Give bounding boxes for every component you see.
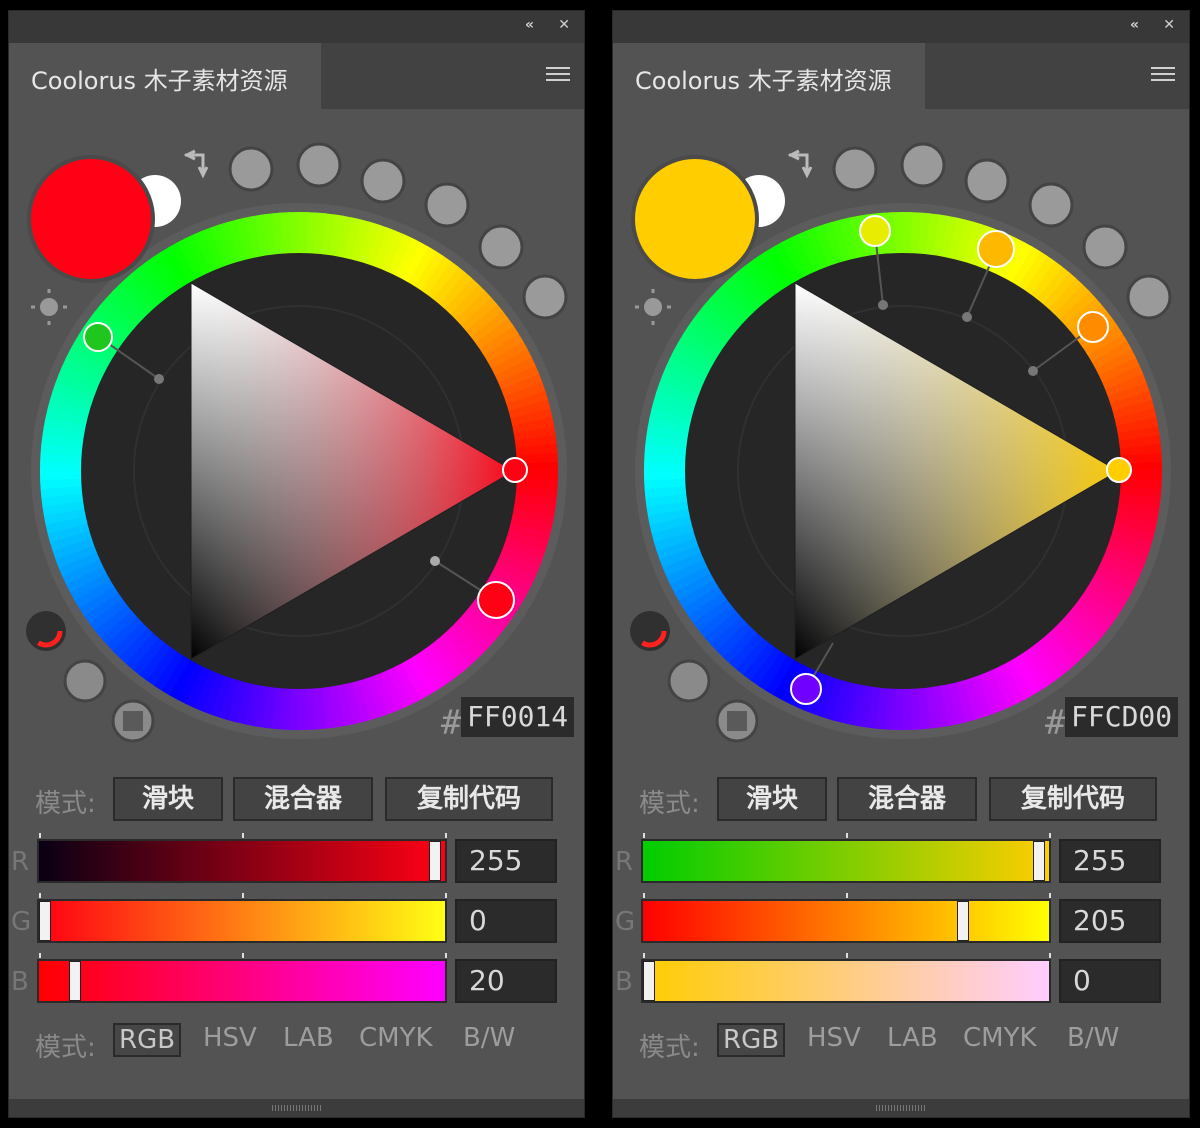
coolorus-panel-red: « ✕ Coolorus 木子素材资源 # FF0014 模式: 滑块 混合器 … bbox=[8, 10, 585, 1118]
harmony-marker[interactable] bbox=[859, 215, 891, 247]
harmony-marker[interactable] bbox=[977, 230, 1015, 268]
selected-color-marker[interactable] bbox=[1106, 457, 1132, 483]
double-chevron-left-icon[interactable]: « bbox=[1130, 17, 1139, 33]
color-mode-bw[interactable]: B/W bbox=[463, 1023, 515, 1053]
value-b[interactable]: 0 bbox=[1059, 959, 1161, 1003]
close-icon[interactable]: ✕ bbox=[558, 17, 570, 33]
value-b[interactable]: 20 bbox=[455, 959, 557, 1003]
brightness-icon[interactable] bbox=[31, 289, 67, 325]
slider-handle[interactable] bbox=[429, 841, 441, 881]
color-mode-cmyk[interactable]: CMYK bbox=[359, 1023, 433, 1053]
hamburger-menu-icon[interactable] bbox=[546, 67, 570, 85]
wheel-mode-icon[interactable] bbox=[630, 611, 670, 651]
slider-handle[interactable] bbox=[956, 901, 969, 941]
close-icon[interactable]: ✕ bbox=[1163, 17, 1175, 33]
resize-grip[interactable] bbox=[271, 1105, 322, 1111]
double-chevron-left-icon[interactable]: « bbox=[525, 17, 534, 33]
panel-title: Coolorus 木子素材资源 bbox=[31, 67, 288, 95]
slider-handle[interactable] bbox=[643, 961, 655, 1001]
slider-r[interactable] bbox=[37, 833, 447, 883]
coolorus-panel-yellow: « ✕ Coolorus 木子素材资源 # FFCD00 模式: 滑块 混合器 … bbox=[612, 10, 1190, 1118]
swap-colors-icon[interactable] bbox=[183, 149, 209, 179]
resize-grip[interactable] bbox=[876, 1105, 926, 1111]
triangle-mode-icon[interactable] bbox=[63, 659, 107, 703]
channel-label-r: R bbox=[615, 847, 634, 877]
primary-color-swatch[interactable] bbox=[631, 155, 759, 283]
color-mode-lab[interactable]: LAB bbox=[283, 1023, 334, 1053]
harmony-marker[interactable] bbox=[1077, 311, 1109, 343]
mixer-mode-button[interactable]: 混合器 bbox=[837, 777, 977, 821]
value-g[interactable]: 205 bbox=[1059, 899, 1161, 943]
color-mode-lab[interactable]: LAB bbox=[887, 1023, 938, 1053]
panel-titlebar: « ✕ bbox=[9, 11, 584, 43]
wheel-mode-icon[interactable] bbox=[26, 611, 66, 651]
slider-r[interactable] bbox=[641, 833, 1051, 883]
hex-code-field[interactable]: FFCD00 bbox=[1065, 697, 1179, 737]
color-mode-hsv[interactable]: HSV bbox=[203, 1023, 257, 1053]
channel-label-b: B bbox=[11, 967, 29, 997]
tab-strip: Coolorus 木子素材资源 bbox=[613, 43, 1189, 109]
triangle-mode-icon[interactable] bbox=[667, 659, 711, 703]
channel-label-r: R bbox=[11, 847, 30, 877]
panel-bottom-bar bbox=[613, 1099, 1189, 1117]
channel-label-g: G bbox=[615, 907, 636, 937]
color-mode-hsv[interactable]: HSV bbox=[807, 1023, 861, 1053]
tab-coolorus[interactable]: Coolorus 木子素材资源 bbox=[9, 43, 321, 109]
slider-mode-button[interactable]: 滑块 bbox=[717, 777, 827, 821]
color-mode-bw[interactable]: B/W bbox=[1067, 1023, 1119, 1053]
slider-b[interactable] bbox=[641, 953, 1051, 1003]
panel-titlebar: « ✕ bbox=[613, 11, 1189, 43]
channel-label-g: G bbox=[11, 907, 32, 937]
hex-code-field[interactable]: FF0014 bbox=[461, 697, 575, 737]
tab-strip: Coolorus 木子素材资源 bbox=[9, 43, 584, 109]
value-r[interactable]: 255 bbox=[1059, 839, 1161, 883]
mixer-mode-button[interactable]: 混合器 bbox=[233, 777, 373, 821]
harmony-marker[interactable] bbox=[790, 673, 822, 705]
value-g[interactable]: 0 bbox=[455, 899, 557, 943]
swap-colors-icon[interactable] bbox=[787, 149, 813, 179]
panel-title: Coolorus 木子素材资源 bbox=[635, 67, 892, 95]
slider-b[interactable] bbox=[37, 953, 447, 1003]
tab-coolorus[interactable]: Coolorus 木子素材资源 bbox=[613, 43, 925, 109]
hex-hash: # bbox=[441, 703, 462, 743]
copy-code-button[interactable]: 复制代码 bbox=[989, 777, 1157, 821]
color-wheel-area[interactable] bbox=[613, 109, 1191, 749]
slider-handle[interactable] bbox=[39, 901, 51, 941]
mode-label: 模式: bbox=[639, 789, 700, 819]
color-mode-rgb[interactable]: RGB bbox=[717, 1023, 786, 1057]
value-r[interactable]: 255 bbox=[455, 839, 557, 883]
hex-hash: # bbox=[1045, 703, 1066, 743]
slider-mode-button[interactable]: 滑块 bbox=[113, 777, 223, 821]
color-mode-label: 模式: bbox=[35, 1033, 96, 1063]
copy-code-button[interactable]: 复制代码 bbox=[385, 777, 553, 821]
primary-color-swatch[interactable] bbox=[27, 155, 155, 283]
mode-label: 模式: bbox=[35, 789, 96, 819]
channel-label-b: B bbox=[615, 967, 633, 997]
color-mode-rgb[interactable]: RGB bbox=[113, 1023, 182, 1057]
color-mode-label: 模式: bbox=[639, 1033, 700, 1063]
slider-handle[interactable] bbox=[69, 961, 82, 1001]
hamburger-menu-icon[interactable] bbox=[1151, 67, 1175, 85]
selected-color-marker[interactable] bbox=[502, 457, 528, 483]
harmony-marker[interactable] bbox=[477, 581, 515, 619]
color-wheel-area[interactable] bbox=[9, 109, 586, 749]
color-mode-cmyk[interactable]: CMYK bbox=[963, 1023, 1037, 1053]
panel-bottom-bar bbox=[9, 1099, 584, 1117]
slider-g[interactable] bbox=[37, 893, 447, 943]
harmony-marker[interactable] bbox=[83, 322, 113, 352]
slider-handle[interactable] bbox=[1033, 841, 1045, 881]
brightness-icon[interactable] bbox=[635, 289, 671, 325]
slider-g[interactable] bbox=[641, 893, 1051, 943]
